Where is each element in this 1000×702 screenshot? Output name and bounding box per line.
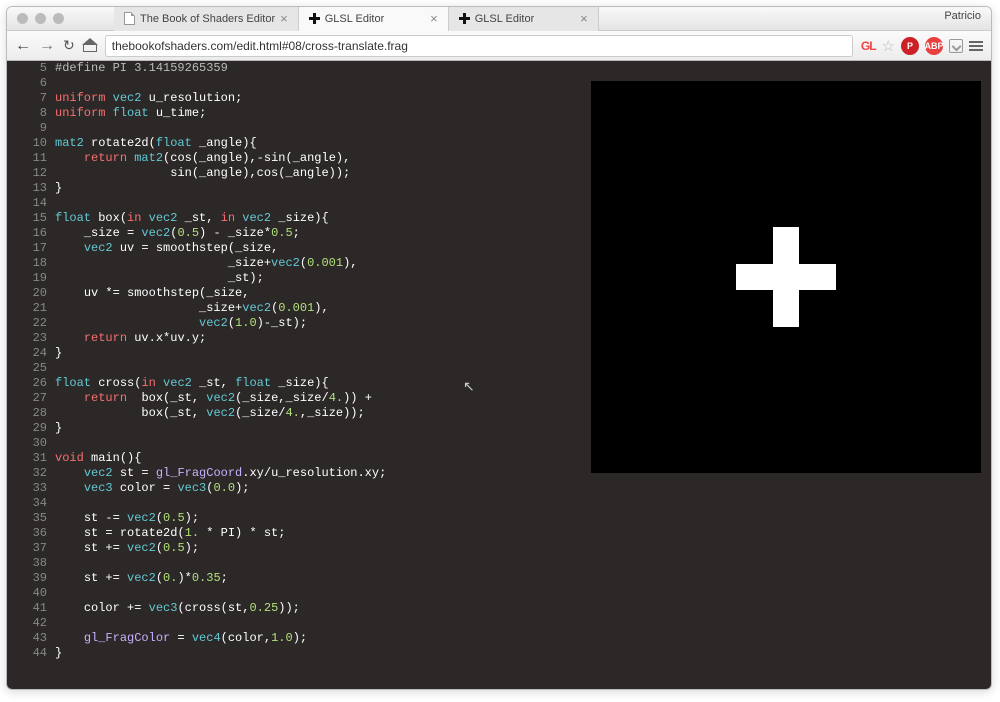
line-number: 14 [7, 196, 47, 211]
line-number: 38 [7, 556, 47, 571]
hamburger-menu-icon[interactable] [969, 41, 983, 51]
pinterest-icon[interactable]: P [901, 37, 919, 55]
line-number: 35 [7, 511, 47, 526]
close-tab-icon[interactable]: × [280, 11, 288, 26]
line-number: 16 [7, 226, 47, 241]
code-line[interactable]: vec3 color = vec3(0.0); [55, 481, 991, 496]
code-line[interactable]: #define PI 3.14159265359 [55, 61, 991, 76]
code-line[interactable]: color += vec3(cross(st,0.25)); [55, 601, 991, 616]
line-number: 10 [7, 136, 47, 151]
back-button[interactable]: ← [15, 37, 31, 55]
line-number: 37 [7, 541, 47, 556]
minimize-window[interactable] [35, 13, 46, 24]
tab-label: The Book of Shaders Editor [140, 13, 275, 25]
plus-icon [309, 13, 320, 24]
line-number: 29 [7, 421, 47, 436]
code-line[interactable]: st -= vec2(0.5); [55, 511, 991, 526]
line-number: 32 [7, 466, 47, 481]
line-number: 9 [7, 121, 47, 136]
code-line[interactable]: st = rotate2d(1. * PI) * st; [55, 526, 991, 541]
shader-canvas[interactable] [591, 81, 981, 473]
titlebar: The Book of Shaders Editor×GLSL Editor×G… [7, 7, 991, 31]
browser-tab[interactable]: The Book of Shaders Editor × [114, 7, 299, 31]
line-number: 39 [7, 571, 47, 586]
line-number: 33 [7, 481, 47, 496]
line-number: 21 [7, 301, 47, 316]
page-icon [124, 12, 135, 25]
code-line[interactable] [55, 496, 991, 511]
tab-label: GLSL Editor [325, 13, 385, 25]
tab-label: GLSL Editor [475, 13, 535, 25]
line-number: 26 [7, 376, 47, 391]
code-line[interactable] [55, 616, 991, 631]
plus-icon [459, 13, 470, 24]
bookmark-star-icon[interactable]: ☆ [882, 37, 895, 55]
line-number: 18 [7, 256, 47, 271]
line-number: 19 [7, 271, 47, 286]
line-gutter: 5678910111213141516171819202122232425262… [7, 61, 55, 689]
line-number: 8 [7, 106, 47, 121]
code-line[interactable] [55, 556, 991, 571]
line-number: 15 [7, 211, 47, 226]
close-tab-icon[interactable]: × [580, 11, 588, 26]
pocket-icon[interactable] [949, 39, 963, 53]
code-line[interactable]: } [55, 646, 991, 661]
line-number: 24 [7, 346, 47, 361]
adblock-icon[interactable]: ABP [925, 37, 943, 55]
line-number: 43 [7, 631, 47, 646]
line-number: 17 [7, 241, 47, 256]
line-number: 6 [7, 76, 47, 91]
line-number: 36 [7, 526, 47, 541]
line-number: 22 [7, 316, 47, 331]
line-number: 7 [7, 91, 47, 106]
close-tab-icon[interactable]: × [430, 11, 438, 26]
cross-shape [736, 227, 836, 327]
code-line[interactable] [55, 586, 991, 601]
browser-window: The Book of Shaders Editor×GLSL Editor×G… [6, 6, 992, 690]
line-number: 28 [7, 406, 47, 421]
address-bar[interactable]: thebookofshaders.com/edit.html#08/cross-… [105, 35, 853, 57]
code-editor[interactable]: 5678910111213141516171819202122232425262… [7, 61, 991, 689]
line-number: 11 [7, 151, 47, 166]
gl-extension-icon[interactable]: GL [861, 39, 876, 53]
profile-name[interactable]: Patricio [944, 10, 981, 22]
code-line[interactable]: gl_FragColor = vec4(color,1.0); [55, 631, 991, 646]
zoom-window[interactable] [53, 13, 64, 24]
browser-tab[interactable]: GLSL Editor × [449, 7, 599, 31]
window-controls [7, 13, 64, 24]
reload-button[interactable]: ↻ [63, 37, 75, 54]
line-number: 13 [7, 181, 47, 196]
tab-strip: The Book of Shaders Editor×GLSL Editor×G… [114, 7, 599, 31]
browser-tab[interactable]: GLSL Editor × [299, 7, 449, 31]
line-number: 31 [7, 451, 47, 466]
close-window[interactable] [17, 13, 28, 24]
code-line[interactable]: st += vec2(0.)*0.35; [55, 571, 991, 586]
line-number: 41 [7, 601, 47, 616]
forward-button[interactable]: → [39, 37, 55, 55]
line-number: 12 [7, 166, 47, 181]
line-number: 20 [7, 286, 47, 301]
url-text: thebookofshaders.com/edit.html#08/cross-… [112, 39, 408, 53]
toolbar: ← → ↻ thebookofshaders.com/edit.html#08/… [7, 31, 991, 61]
line-number: 44 [7, 646, 47, 661]
line-number: 40 [7, 586, 47, 601]
extensions: GL ☆ P ABP [861, 37, 983, 55]
line-number: 23 [7, 331, 47, 346]
line-number: 42 [7, 616, 47, 631]
line-number: 5 [7, 61, 47, 76]
home-button[interactable] [83, 40, 97, 52]
line-number: 34 [7, 496, 47, 511]
line-number: 30 [7, 436, 47, 451]
line-number: 25 [7, 361, 47, 376]
line-number: 27 [7, 391, 47, 406]
code-line[interactable]: st += vec2(0.5); [55, 541, 991, 556]
